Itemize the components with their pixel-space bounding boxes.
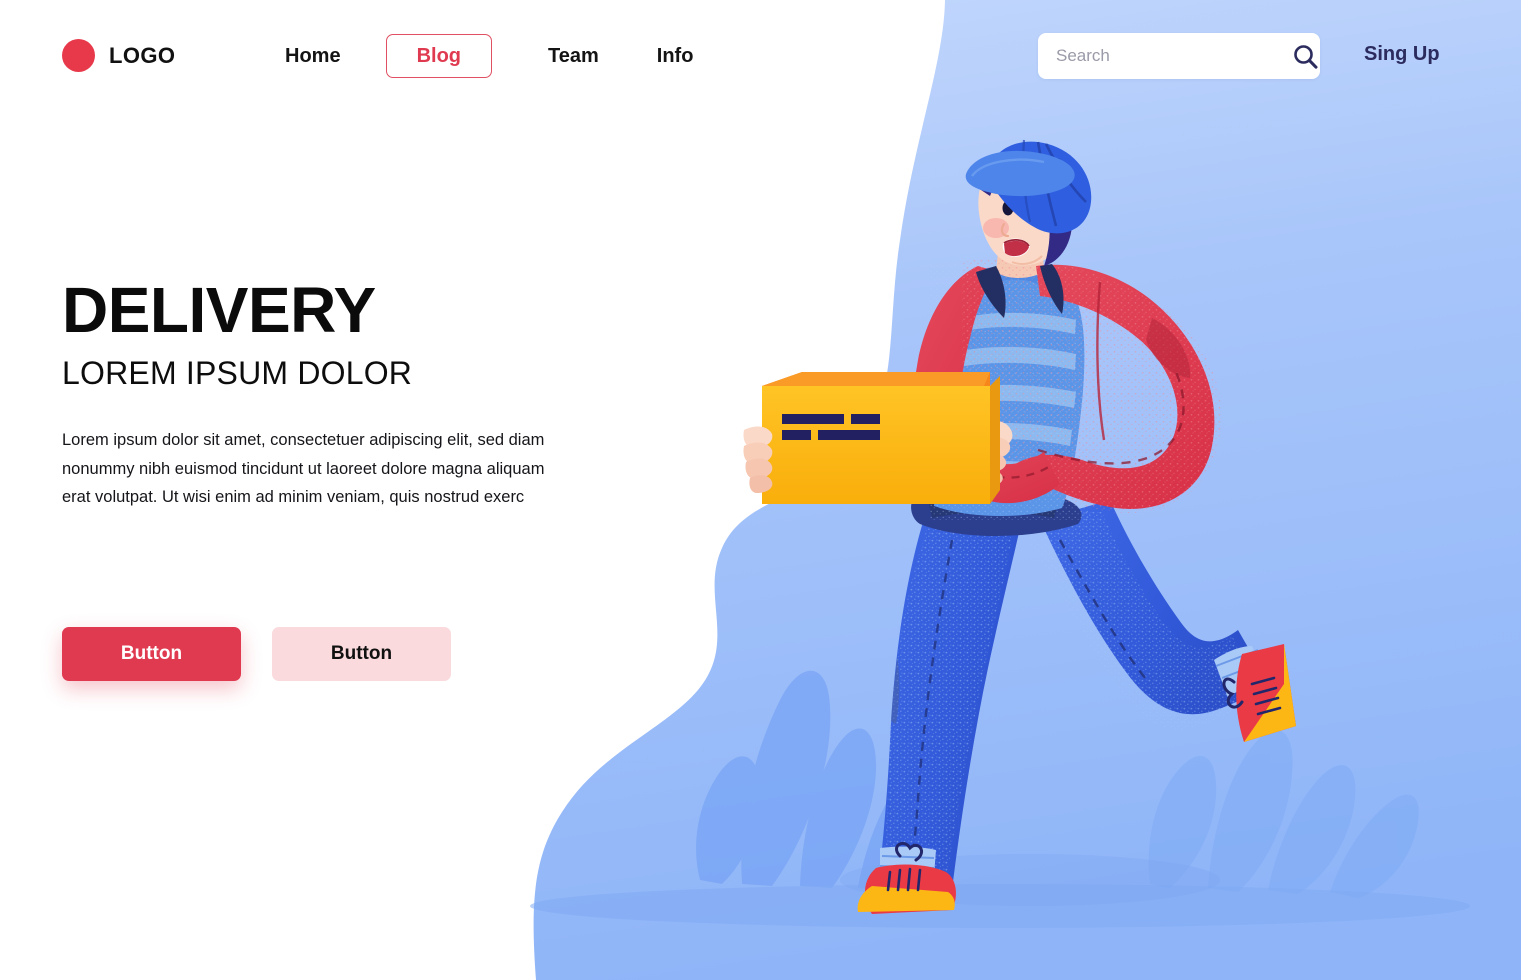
secondary-button[interactable]: Button bbox=[272, 627, 451, 681]
nav-item-team[interactable]: Team bbox=[548, 32, 599, 80]
bush-left bbox=[696, 670, 944, 890]
back-shoe bbox=[1236, 644, 1296, 742]
search-input[interactable] bbox=[1038, 33, 1291, 79]
nav-item-home[interactable]: Home bbox=[285, 32, 341, 80]
primary-button[interactable]: Button bbox=[62, 627, 241, 681]
ground-shadow bbox=[530, 884, 1470, 928]
front-leg bbox=[857, 500, 1026, 914]
background-blob bbox=[533, 0, 1521, 980]
hero-section: DELIVERY LOREM IPSUM DOLOR Lorem ipsum d… bbox=[62, 275, 592, 512]
brand-logo[interactable]: LOGO bbox=[62, 39, 175, 72]
hero-paragraph: Lorem ipsum dolor sit amet, consectetuer… bbox=[62, 431, 545, 506]
nav-item-blog[interactable]: Blog bbox=[385, 34, 493, 78]
courier-character bbox=[857, 139, 1296, 914]
site-header: LOGO Home Blog Team Info Sing Up bbox=[0, 0, 1521, 112]
logo-text: LOGO bbox=[109, 43, 176, 68]
cap bbox=[965, 139, 1092, 234]
logo-mark-icon bbox=[62, 39, 95, 72]
page-subtitle: LOREM IPSUM DOLOR bbox=[62, 355, 413, 391]
bush-right bbox=[1148, 730, 1419, 898]
search-box[interactable] bbox=[1038, 33, 1320, 79]
shirt bbox=[930, 263, 1090, 520]
signup-link[interactable]: Sing Up bbox=[1364, 43, 1440, 66]
cardboard-box bbox=[762, 372, 1000, 504]
page-title: DELIVERY bbox=[62, 274, 376, 346]
main-navigation: Home Blog Team Info bbox=[285, 32, 693, 80]
landing-page: LOGO Home Blog Team Info Sing Up DELIVER… bbox=[0, 0, 1521, 980]
back-leg bbox=[1012, 500, 1296, 742]
front-shoe bbox=[864, 864, 956, 914]
nav-item-info[interactable]: Info bbox=[657, 32, 694, 80]
box-label bbox=[782, 414, 880, 440]
left-hand bbox=[743, 426, 773, 493]
cta-button-row: Button Button bbox=[62, 627, 451, 681]
right-hand bbox=[960, 419, 1013, 487]
jacket bbox=[911, 258, 1222, 513]
search-icon[interactable] bbox=[1291, 33, 1320, 79]
head bbox=[965, 139, 1092, 266]
